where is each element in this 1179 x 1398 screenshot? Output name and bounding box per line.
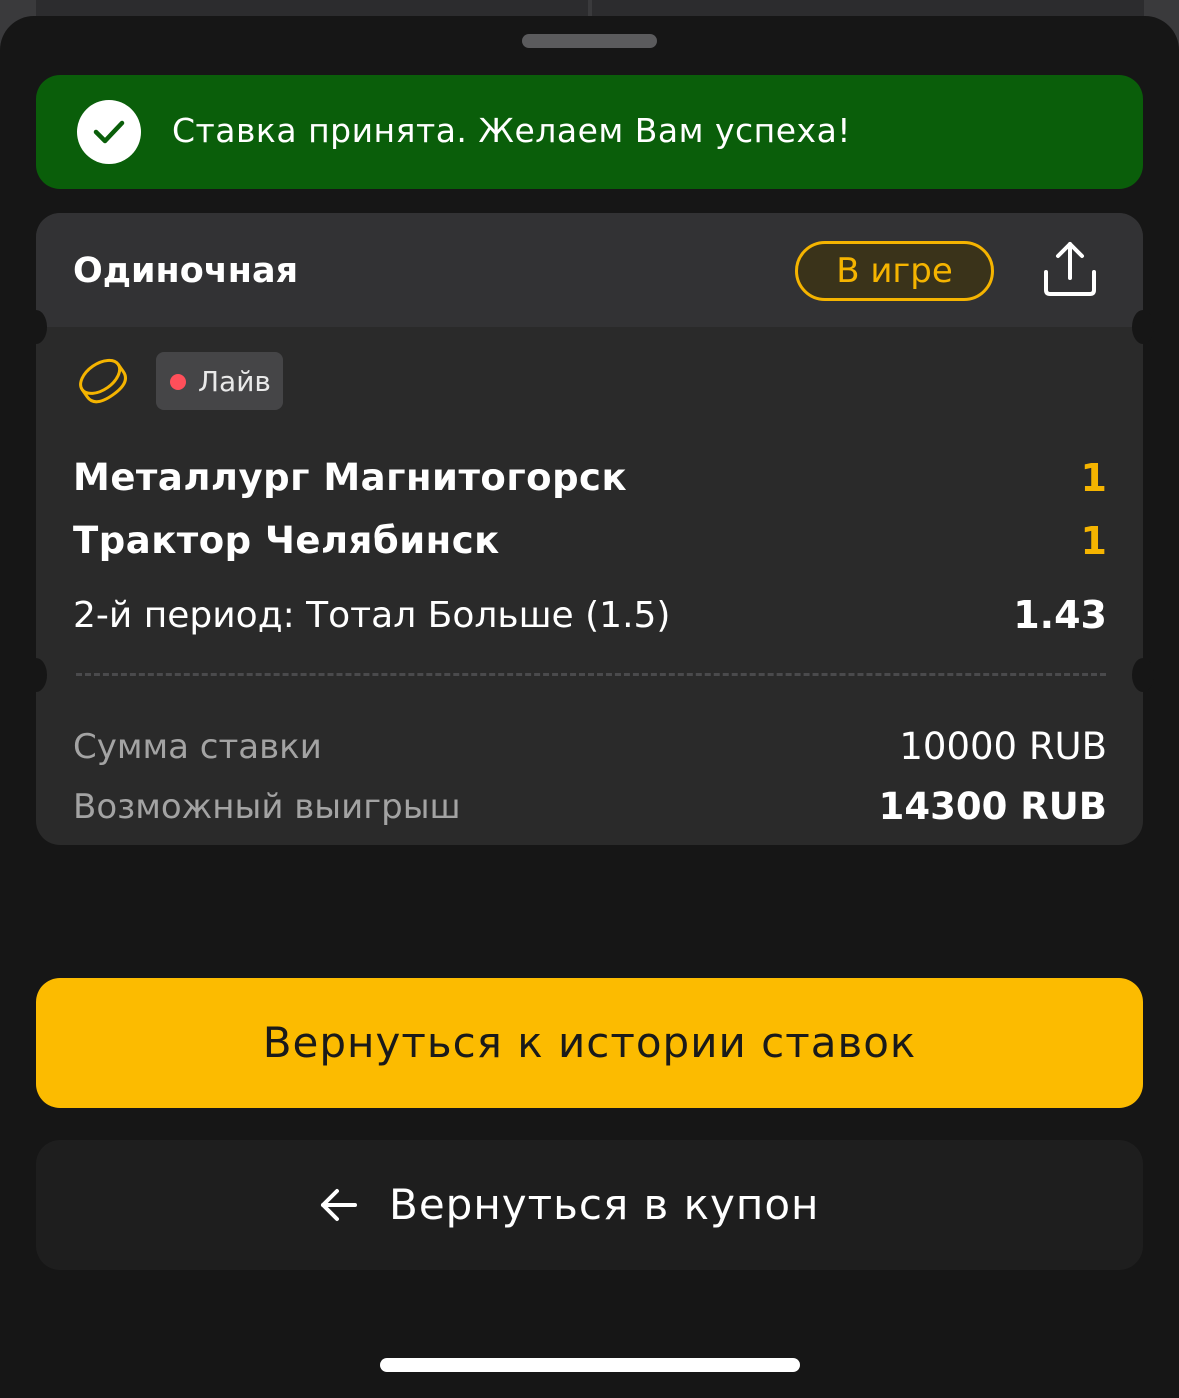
stake-label: Сумма ставки: [73, 727, 322, 767]
team-home-score: 1: [1080, 456, 1107, 500]
ticket-divider: [76, 673, 1106, 676]
bet-card: Одиночная В игре Лайв Металлург Магнитог…: [25, 213, 1154, 845]
ticket-notch: [25, 310, 47, 344]
back-to-history-button[interactable]: Вернуться к истории ставок: [36, 978, 1143, 1108]
team-home-name: Металлург Магнитогорск: [73, 456, 628, 499]
bet-card-header: Одиночная В игре: [36, 213, 1143, 327]
home-indicator[interactable]: [380, 1358, 800, 1372]
payout-value: 14300 RUB: [878, 785, 1107, 828]
bottom-sheet: Ставка принята. Желаем Вам успеха! Одино…: [0, 16, 1179, 1398]
check-icon: [77, 100, 141, 164]
ticket-notch: [1132, 310, 1154, 344]
back-to-coupon-button[interactable]: Вернуться в купон: [36, 1140, 1143, 1270]
hockey-puck-icon: [76, 354, 130, 412]
payout-label: Возможный выигрыш: [73, 787, 461, 827]
team-away-name: Трактор Челябинск: [73, 519, 500, 562]
live-dot: [170, 374, 186, 390]
back-to-coupon-label: Вернуться в купон: [389, 1180, 820, 1229]
bet-type: Одиночная: [73, 251, 299, 291]
team-away-score: 1: [1080, 519, 1107, 563]
status-badge: В игре: [795, 241, 994, 301]
share-icon[interactable]: [1039, 238, 1101, 300]
toast-message: Ставка принята. Желаем Вам успеха!: [172, 111, 852, 150]
bet-market: 2-й период: Тотал Больше (1.5): [73, 595, 671, 636]
success-toast: Ставка принята. Желаем Вам успеха!: [36, 75, 1143, 189]
arrow-left-icon: [319, 1185, 359, 1229]
ticket-notch: [1132, 658, 1154, 692]
stake-value: 10000 RUB: [899, 725, 1107, 768]
ticket-notch: [25, 658, 47, 692]
live-badge: Лайв: [156, 352, 283, 410]
sheet-grabber[interactable]: [522, 34, 657, 48]
live-label: Лайв: [198, 365, 271, 398]
bet-odds: 1.43: [1013, 593, 1107, 637]
